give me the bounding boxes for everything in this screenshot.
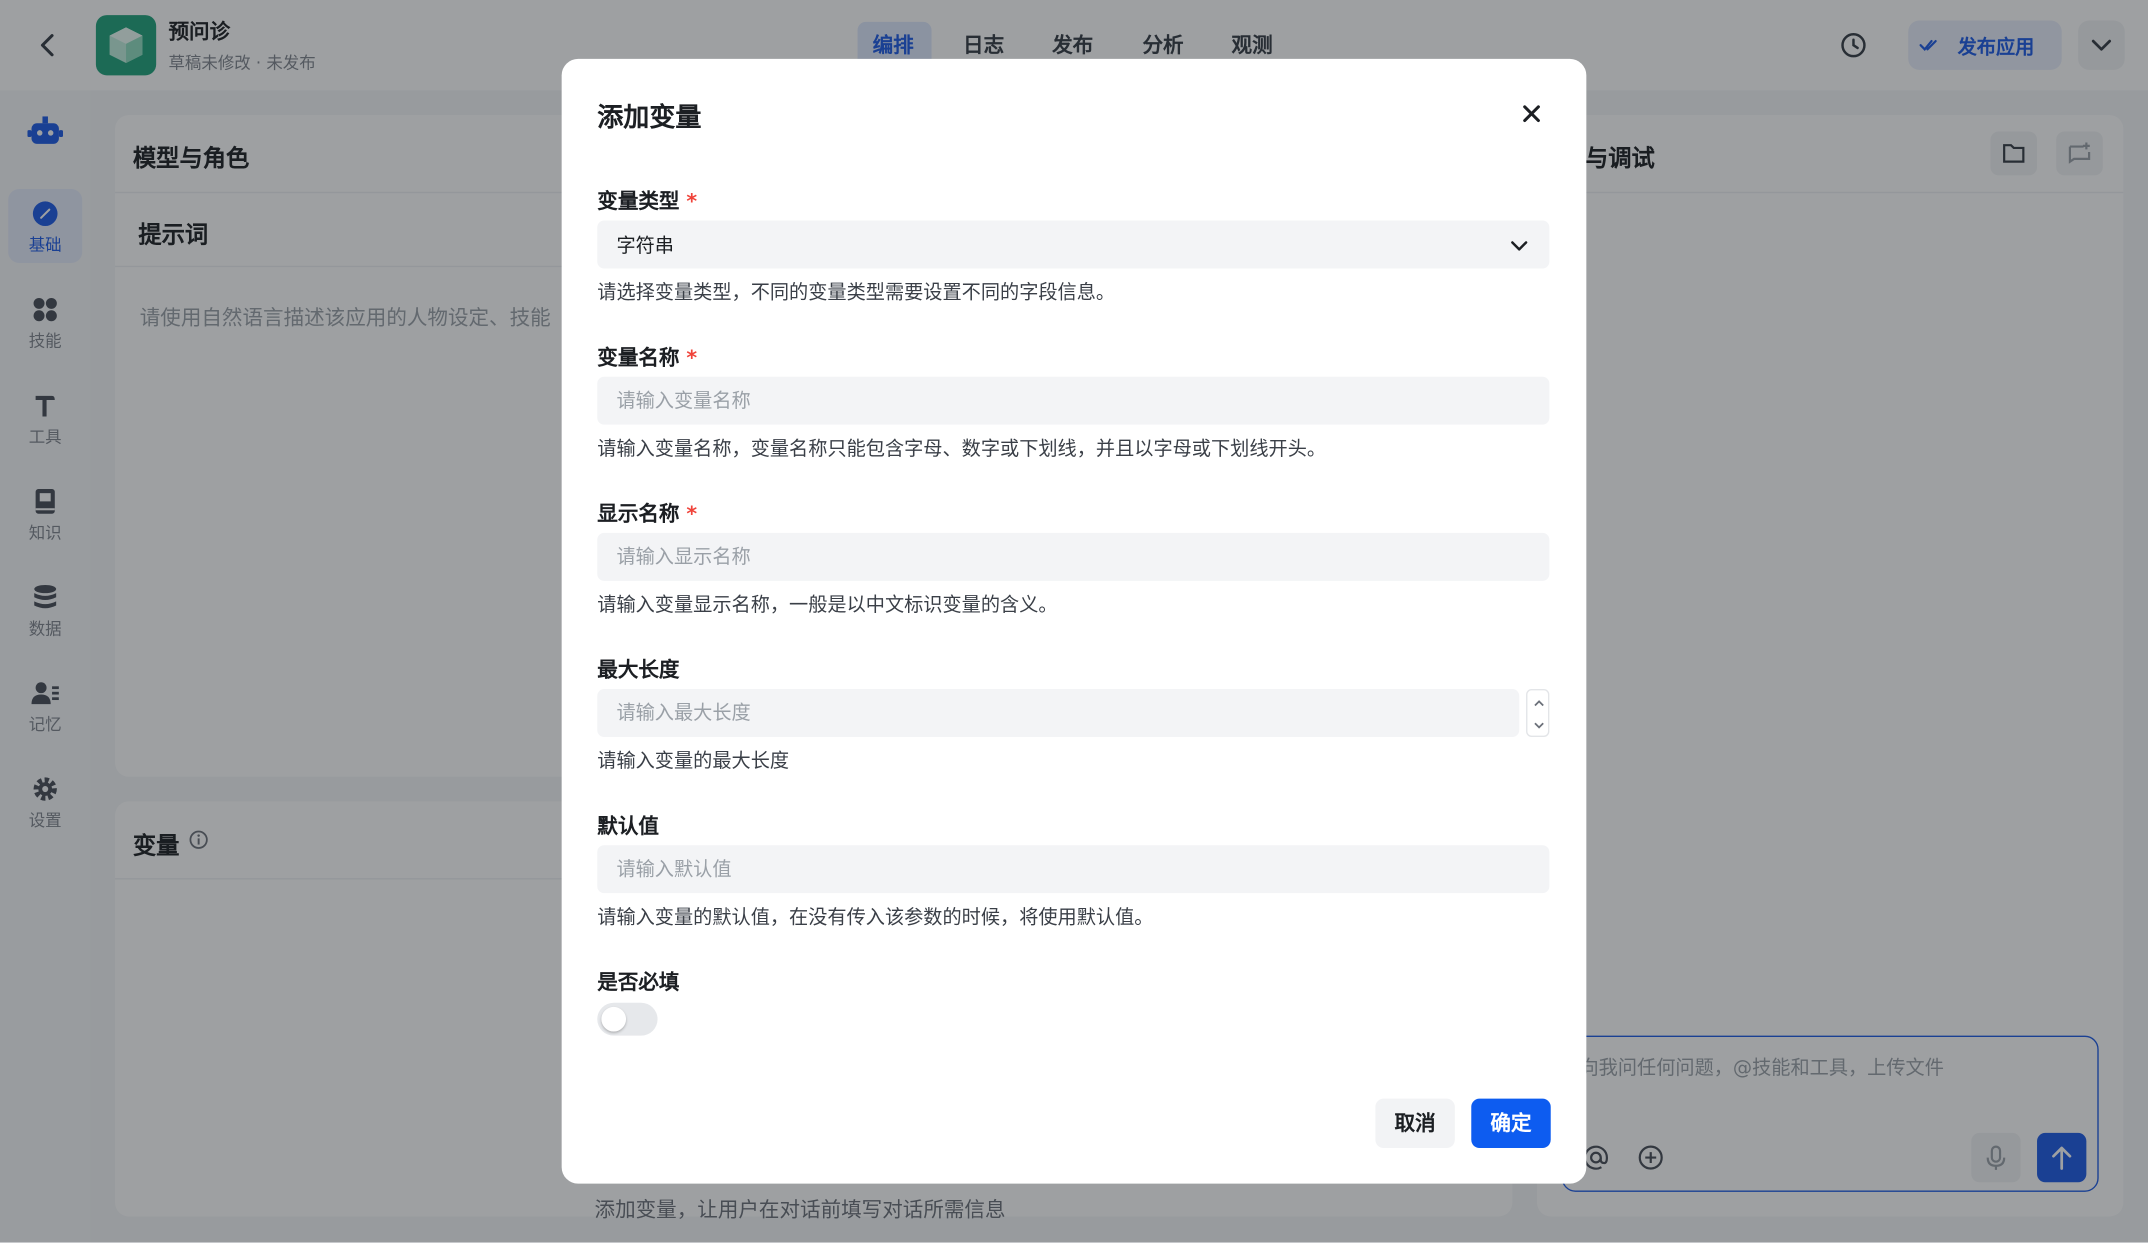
variable-type-select[interactable]: 字符串 <box>597 220 1550 269</box>
stepper-arrows-icon <box>1534 700 1544 729</box>
display-name-input[interactable] <box>597 532 1550 581</box>
close-icon <box>1523 105 1540 123</box>
max-length-input[interactable] <box>597 689 1520 738</box>
default-value-label: 默认值 <box>597 813 659 839</box>
display-name-field[interactable] <box>597 532 1550 581</box>
chevron-down-icon <box>1511 241 1528 251</box>
max-length-help: 请输入变量的最大长度 <box>597 750 790 773</box>
default-value-field[interactable] <box>597 845 1550 894</box>
required-mark: * <box>686 501 698 527</box>
required-mark: * <box>686 345 698 370</box>
confirm-button[interactable]: 确定 <box>1471 1098 1551 1148</box>
variable-name-field[interactable] <box>597 376 1550 425</box>
variable-name-help: 请输入变量名称，变量名称只能包含字母、数字或下划线，并且以字母或下划线开头。 <box>597 438 1327 461</box>
required-label: 是否必填 <box>597 969 680 995</box>
variable-name-label: 变量名称 * <box>597 345 698 370</box>
toggle-knob <box>601 1006 627 1032</box>
dialog-title: 添加变量 <box>597 102 702 133</box>
close-button[interactable] <box>1512 95 1550 133</box>
variable-type-help: 请选择变量类型，不同的变量类型需要设置不同的字段信息。 <box>597 282 1116 305</box>
display-name-label: 显示名称 * <box>597 501 698 527</box>
required-mark: * <box>686 189 698 214</box>
default-value-input[interactable] <box>597 845 1550 894</box>
add-variable-dialog: 添加变量 变量类型 * 字符串 请选择变量类型，不同的变量类型需要设置不同的字段信… <box>561 58 1587 1184</box>
display-name-help: 请输入变量显示名称，一般是以中文标识变量的含义。 <box>597 594 1058 617</box>
variable-type-value: 字符串 <box>616 235 674 258</box>
max-length-label: 最大长度 <box>597 657 680 683</box>
required-toggle[interactable] <box>597 1002 658 1036</box>
variable-type-label: 变量类型 * <box>597 189 698 214</box>
max-length-field[interactable] <box>597 689 1520 738</box>
cancel-button[interactable]: 取消 <box>1375 1098 1455 1148</box>
max-length-stepper[interactable] <box>1526 689 1550 738</box>
variable-name-input[interactable] <box>597 376 1550 425</box>
default-value-help: 请输入变量的默认值，在没有传入该参数的时候，将使用默认值。 <box>597 906 1154 929</box>
